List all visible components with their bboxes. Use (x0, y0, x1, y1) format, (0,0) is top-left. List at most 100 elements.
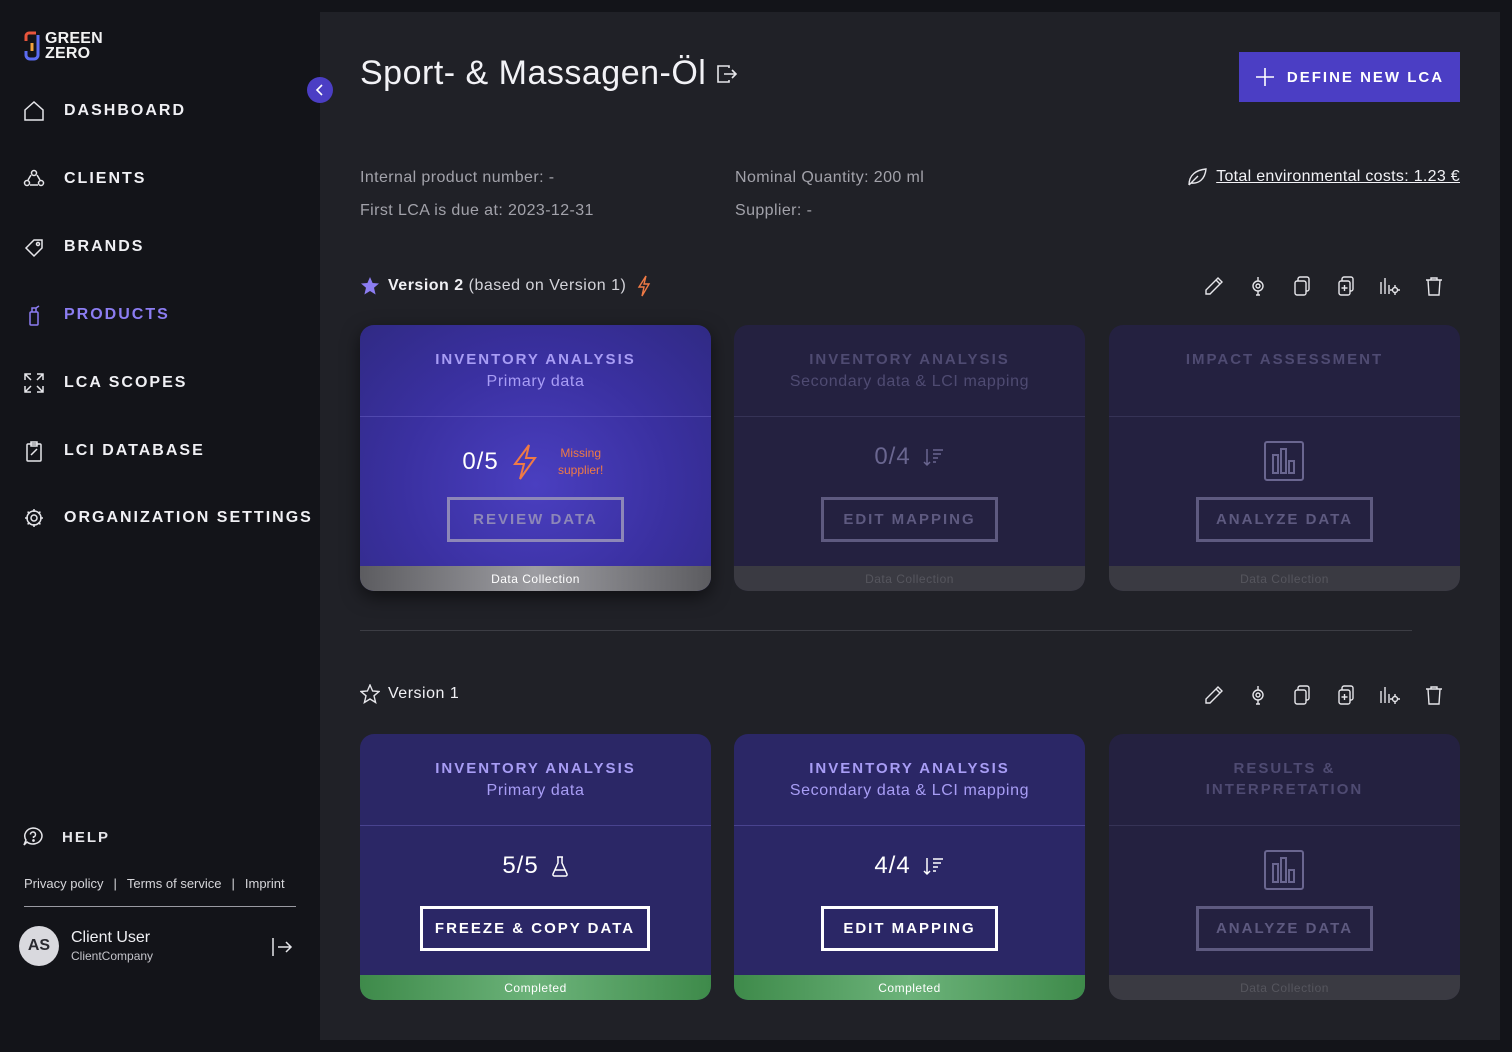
v2-card-secondary-data: INVENTORY ANALYSIS Secondary data & LCI … (734, 325, 1085, 591)
expand-icon (22, 371, 46, 395)
leaf-icon (1188, 168, 1207, 186)
version-2-header: Version 2 (based on Version 1) (360, 275, 652, 297)
analyze-data-button[interactable]: ANALYZE DATA (1196, 906, 1373, 951)
duplicate-button[interactable] (1324, 680, 1368, 710)
plus-icon (1255, 68, 1274, 86)
logo-mark-icon (24, 31, 40, 61)
help-icon (23, 827, 43, 846)
version-2-toolbar (1192, 271, 1456, 301)
duplicate-icon (1338, 276, 1354, 296)
sidebar-item-label: LCI DATABASE (64, 442, 205, 459)
chart-settings-button[interactable] (1368, 680, 1412, 710)
duplicate-button[interactable] (1324, 271, 1368, 301)
card-title-line-2: INTERPRETATION (1205, 781, 1364, 798)
card-title: RESULTS & (1233, 760, 1336, 777)
environmental-costs-link[interactable]: Total environmental costs: 1.23 € (1186, 167, 1460, 187)
sidebar-item-brands[interactable]: BRANDS (22, 232, 144, 262)
logout-button[interactable] (270, 936, 294, 962)
avatar: AS (19, 926, 59, 966)
card-status: Completed (734, 975, 1085, 1000)
edit-button[interactable] (1192, 271, 1236, 301)
star-filled-icon[interactable] (360, 276, 380, 296)
card-status: Data Collection (734, 566, 1085, 591)
card-title: IMPACT ASSESSMENT (1185, 351, 1384, 368)
logo-text: GREEN ZERO (45, 31, 103, 62)
trash-icon (1426, 686, 1442, 705)
version-divider (360, 630, 1412, 631)
card-count: 0/4 (874, 443, 911, 470)
pencil-icon (1205, 277, 1223, 295)
delete-button[interactable] (1412, 271, 1456, 301)
help-link[interactable]: HELP (22, 826, 110, 848)
gear-icon (22, 506, 46, 530)
edit-button[interactable] (1192, 680, 1236, 710)
card-subtitle: Secondary data & LCI mapping (789, 782, 1030, 799)
footer-divider (24, 906, 296, 907)
star-outline-icon[interactable] (360, 684, 380, 704)
bar-chart-icon (1264, 441, 1304, 485)
bottle-icon (22, 303, 46, 327)
review-data-button[interactable]: REVIEW DATA (447, 497, 624, 542)
environmental-costs-label: Total environmental costs: 1.23 € (1216, 168, 1460, 185)
user-company: ClientCompany (71, 949, 154, 963)
product-title: Sport- & Massagen-Öl (360, 54, 707, 92)
sidebar-item-organization-settings[interactable]: ORGANIZATION SETTINGS (22, 503, 313, 533)
sidebar-item-label: BRANDS (64, 238, 145, 255)
open-external-icon[interactable] (716, 54, 738, 93)
bar-chart-icon (1264, 850, 1304, 894)
card-count: 5/5 (502, 852, 539, 879)
card-title: INVENTORY ANALYSIS (809, 351, 1010, 368)
imprint-link[interactable]: Imprint (245, 876, 285, 891)
copy-button[interactable] (1280, 271, 1324, 301)
sidebar-item-clients[interactable]: CLIENTS (22, 164, 146, 194)
v2-card-impact-assessment: IMPACT ASSESSMENT ANALYZE DATA Data Coll… (1109, 325, 1460, 591)
flask-icon (551, 855, 569, 877)
inspect-button[interactable] (1236, 680, 1280, 710)
card-status: Data Collection (1109, 975, 1460, 1000)
copy-icon (1294, 276, 1310, 296)
card-count: 4/4 (874, 852, 911, 879)
inspect-icon (1252, 686, 1264, 705)
sidebar-item-lci-database[interactable]: LCI DATABASE (22, 436, 205, 466)
logo[interactable]: GREEN ZERO (24, 30, 103, 62)
card-title: INVENTORY ANALYSIS (435, 351, 636, 368)
card-title: INVENTORY ANALYSIS (435, 760, 636, 777)
page-title: Sport- & Massagen-Öl (360, 54, 738, 93)
copy-button[interactable] (1280, 680, 1324, 710)
sidebar-item-label: ORGANIZATION SETTINGS (64, 509, 313, 526)
logout-icon (272, 938, 293, 956)
inspect-button[interactable] (1236, 271, 1280, 301)
collapse-sidebar-button[interactable] (307, 77, 333, 103)
define-new-lca-button[interactable]: DEFINE NEW LCA (1239, 52, 1460, 102)
edit-mapping-button[interactable]: EDIT MAPPING (821, 906, 998, 951)
user-name: Client User (71, 929, 151, 946)
internal-product-number: Internal product number: - (360, 169, 555, 186)
help-label: HELP (62, 828, 111, 846)
trash-icon (1426, 277, 1442, 296)
freeze-copy-data-button[interactable]: FREEZE & COPY DATA (420, 906, 650, 951)
edit-mapping-button[interactable]: EDIT MAPPING (821, 497, 998, 542)
sidebar: GREEN ZERO DASHBOARD CLIENTS BRANDS PROD… (0, 0, 320, 1052)
sidebar-item-dashboard[interactable]: DASHBOARD (22, 96, 186, 126)
card-count: 0/5 (462, 448, 499, 475)
duplicate-icon (1338, 685, 1354, 705)
chart-settings-icon (1380, 687, 1400, 704)
card-status: Completed (360, 975, 711, 1000)
analyze-data-button[interactable]: ANALYZE DATA (1196, 497, 1373, 542)
terms-of-service-link[interactable]: Terms of service (127, 876, 222, 891)
chart-settings-button[interactable] (1368, 271, 1412, 301)
sort-icon (923, 856, 945, 876)
clipboard-icon (22, 439, 46, 463)
sidebar-item-label: LCA SCOPES (64, 374, 188, 391)
sidebar-item-label: DASHBOARD (64, 102, 186, 119)
privacy-policy-link[interactable]: Privacy policy (24, 876, 103, 891)
sidebar-item-products[interactable]: PRODUCTS (22, 300, 170, 330)
delete-button[interactable] (1412, 680, 1456, 710)
sidebar-item-lca-scopes[interactable]: LCA SCOPES (22, 368, 187, 398)
chevron-left-icon (315, 84, 323, 96)
footer-separator: | (113, 876, 117, 891)
user-profile[interactable]: AS Client User ClientCompany (19, 926, 153, 966)
pencil-icon (1205, 686, 1223, 704)
chart-settings-icon (1380, 278, 1400, 295)
first-lca-due: First LCA is due at: 2023-12-31 (360, 202, 594, 219)
